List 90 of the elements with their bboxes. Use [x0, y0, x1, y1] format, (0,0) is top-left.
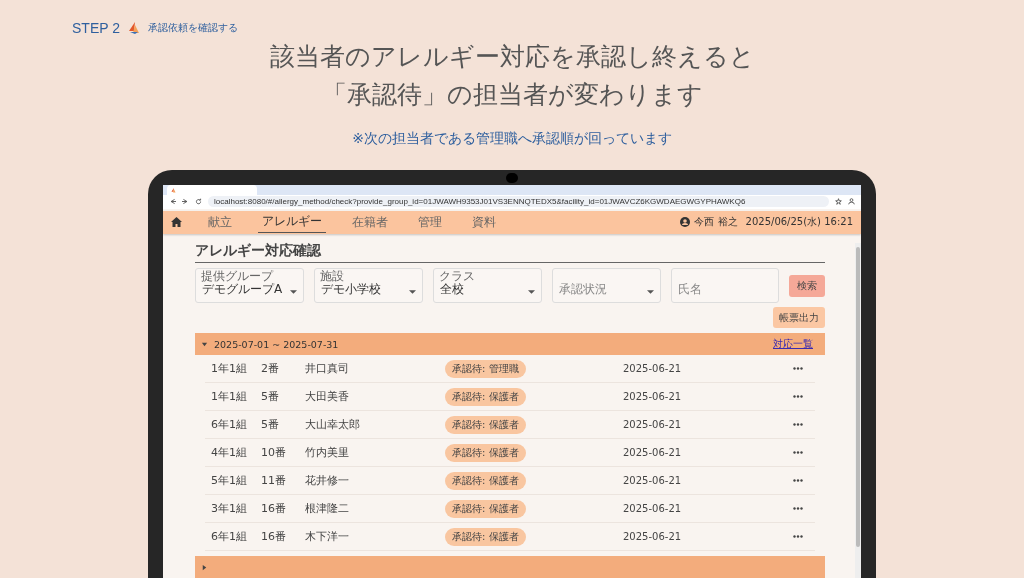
list-link[interactable]: 対応一覧 [773, 337, 813, 351]
logo-icon [128, 22, 140, 34]
field-label: クラス [438, 270, 475, 283]
dropdown-caret-icon [289, 290, 297, 294]
class-cell-text: 1年1組 [211, 361, 248, 376]
name-cell-text: 木下洋一 [305, 529, 350, 544]
more-icon[interactable] [793, 535, 803, 538]
nav-tab[interactable]: 献立 [204, 211, 236, 233]
field-value: デモ小学校 [320, 282, 381, 298]
user-name: 今西 裕之 [694, 215, 738, 230]
number-cell-text: 16番 [261, 529, 287, 544]
dropdown-caret-icon [408, 290, 416, 294]
select-field[interactable]: 承認状況 [551, 268, 661, 303]
home-icon[interactable] [171, 217, 182, 228]
date-cell-text: 2025-06-21 [623, 531, 683, 542]
status-chip: 承認待: 保護者 [445, 471, 526, 490]
date-cell-text: 2025-06-21 [623, 363, 683, 374]
caret-icon[interactable] [201, 340, 208, 348]
nav-tab[interactable]: アレルギー [258, 211, 326, 234]
more-icon[interactable] [793, 423, 803, 426]
name-cell-text: 大田美香 [305, 389, 350, 404]
select-field[interactable]: クラス 全校 [432, 268, 542, 303]
address-bar[interactable]: localhost:8080/#/allergy_method/check?provide_group_id=01JWAWH9353J01VS3ENNQTEDX5&facility_id=01JWAVCZ6KGWDAEGWGYPHAWKQ6 [208, 196, 829, 208]
select-field[interactable]: 提供グループ デモグループA [195, 268, 304, 303]
name-cell-text: 大山幸太郎 [305, 417, 361, 432]
name-cell-text: 根津隆二 [305, 501, 350, 516]
dropdown-caret-icon [646, 290, 654, 294]
export-button[interactable]: 帳票出力 [773, 307, 825, 328]
step-title: 承認依頼を確認する [148, 21, 238, 35]
class-cell-text: 1年1組 [211, 389, 248, 404]
scrollbar-thumb[interactable] [856, 247, 860, 547]
reload-icon[interactable] [195, 198, 202, 206]
number-cell-text: 16番 [261, 501, 287, 516]
number-cell-text: 5番 [261, 389, 280, 404]
field-value: 全校 [439, 282, 464, 298]
search-button[interactable]: 検索 [789, 274, 826, 297]
status-chip: 承認待: 保護者 [445, 527, 526, 546]
nav-tab[interactable]: 在籍者 [348, 211, 392, 233]
more-icon[interactable] [793, 479, 803, 482]
field-label: 施設 [319, 270, 344, 283]
headline: 該当者のアレルギー対応を承認し終えると [268, 41, 756, 73]
name-cell-text: 花井修一 [305, 473, 350, 488]
number-cell-text: 10番 [261, 445, 287, 460]
caret-icon[interactable] [201, 563, 208, 571]
name-field[interactable]: 氏名 [670, 268, 780, 303]
user-icon [680, 217, 691, 228]
status-chip: 承認待: 保護者 [445, 443, 526, 462]
class-cell-text: 5年1組 [211, 473, 248, 488]
class-cell-text: 3年1組 [211, 501, 248, 516]
dropdown-caret-icon [527, 290, 535, 294]
field-placeholder: 承認状況 [558, 281, 607, 298]
headline: 「承認待」の担当者が変わります [320, 79, 704, 111]
more-icon[interactable] [793, 395, 803, 398]
field-label: 提供グループ [201, 270, 273, 283]
note-text: ※次の担当者である管理職へ承認順が回っています [351, 130, 673, 148]
forward-icon[interactable] [182, 198, 189, 206]
number-cell-text: 11番 [261, 473, 287, 488]
period-label: 2025-07-01 ~ 2025-07-31 [214, 338, 339, 350]
date-cell-text: 2025-06-21 [623, 475, 683, 486]
select-field[interactable]: 施設 デモ小学校 [313, 268, 423, 303]
class-cell-text: 6年1組 [211, 417, 248, 432]
field-value: デモグループA [202, 281, 283, 298]
profile-icon[interactable] [848, 198, 855, 206]
step-label: STEP 2 [72, 20, 120, 36]
number-cell-text: 2番 [261, 361, 280, 376]
more-icon[interactable] [793, 451, 803, 454]
status-chip: 承認待: 管理職 [445, 359, 526, 378]
name-cell-text: 井口真司 [305, 361, 350, 376]
class-cell-text: 6年1組 [211, 529, 248, 544]
nav-tab[interactable]: 管理 [414, 211, 446, 233]
date-cell-text: 2025-06-21 [623, 419, 683, 430]
status-chip: 承認待: 保護者 [445, 387, 526, 406]
date-cell-text: 2025-06-21 [623, 391, 683, 402]
more-icon[interactable] [793, 367, 803, 370]
favicon-icon [171, 187, 176, 193]
name-cell-text: 竹内美里 [305, 445, 350, 460]
more-icon[interactable] [793, 507, 803, 510]
class-cell-text: 4年1組 [211, 445, 248, 460]
date-cell-text: 2025-06-21 [623, 447, 683, 458]
page-title: アレルギー対応確認 [195, 242, 825, 263]
date-cell-text: 2025-06-21 [623, 503, 683, 514]
group-header[interactable]: 2025-07-01 ~ 2025-07-31 対応一覧 [195, 333, 825, 355]
number-cell-text: 5番 [261, 417, 280, 432]
star-icon[interactable] [835, 198, 842, 206]
back-icon[interactable] [169, 198, 176, 206]
status-chip: 承認待: 保護者 [445, 415, 526, 434]
status-chip: 承認待: 保護者 [445, 499, 526, 518]
camera-icon [506, 173, 518, 183]
nav-tab[interactable]: 資料 [468, 211, 500, 233]
datetime: 2025/06/25(水) 16:21 [745, 215, 853, 230]
